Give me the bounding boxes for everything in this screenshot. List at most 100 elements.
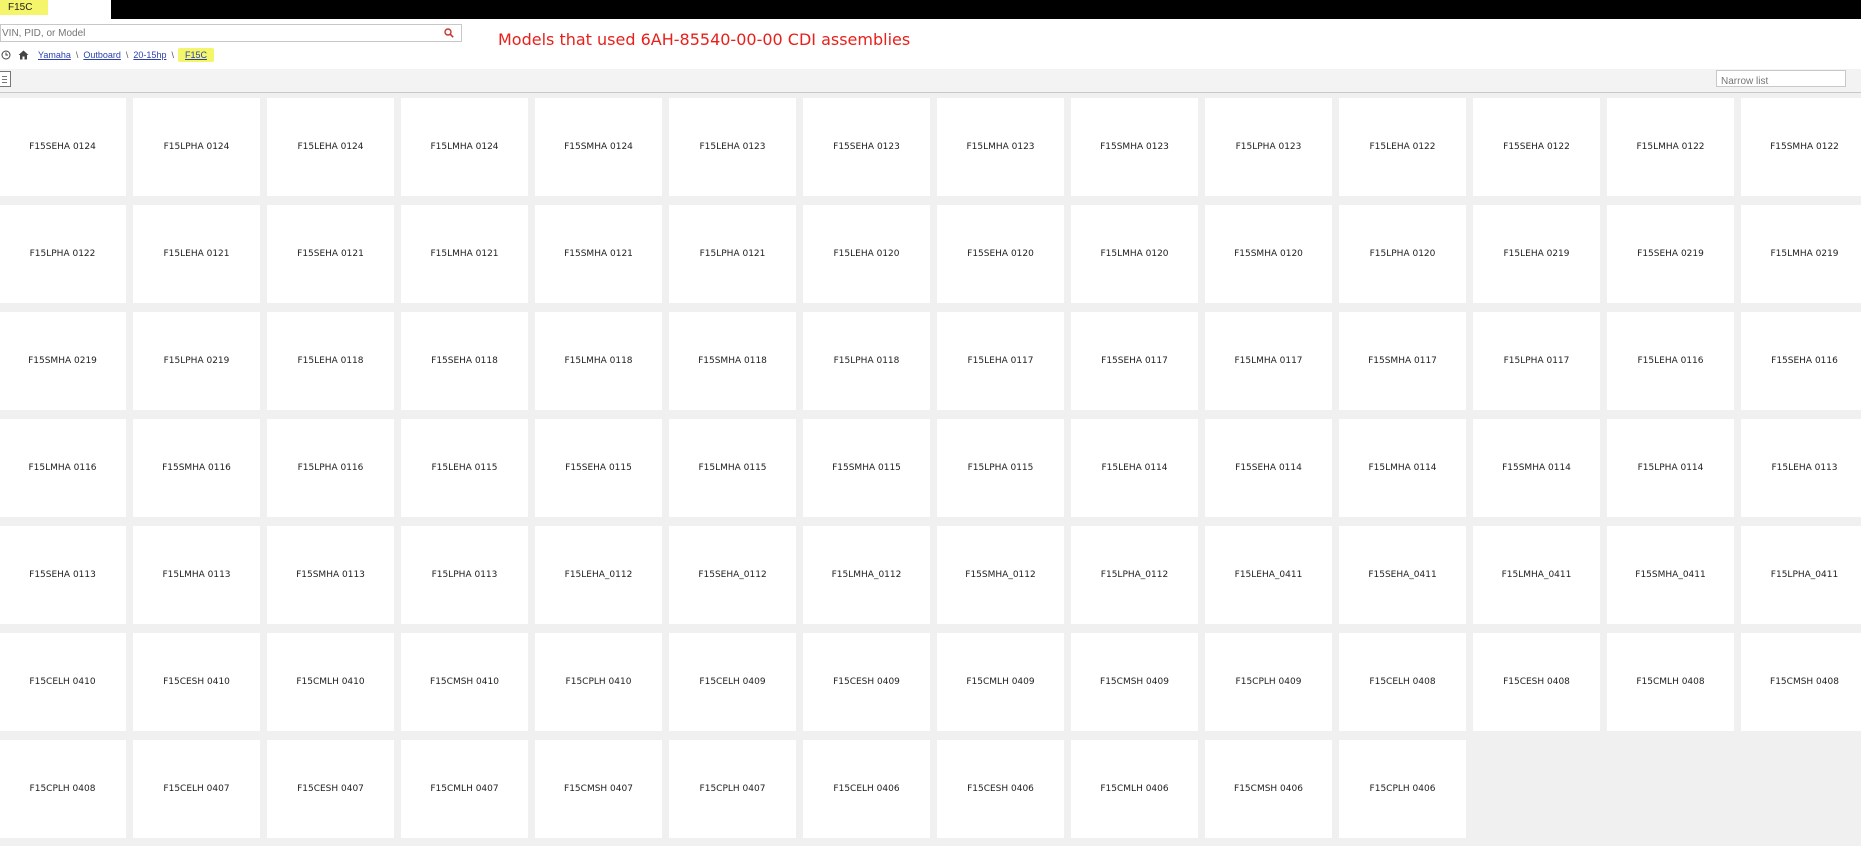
model-card[interactable]: F15LMHA 0117 (1205, 312, 1332, 410)
model-card[interactable]: F15SMHA 0121 (535, 205, 662, 303)
model-card[interactable]: F15LPHA 0113 (401, 526, 528, 624)
narrow-list-box[interactable] (1716, 70, 1846, 89)
model-card[interactable]: F15SMHA_0112 (937, 526, 1064, 624)
model-card[interactable]: F15SEHA_0112 (669, 526, 796, 624)
model-card[interactable]: F15LPHA 0219 (133, 312, 260, 410)
model-card[interactable]: F15LMHA 0113 (133, 526, 260, 624)
model-card[interactable]: F15CMSH 0406 (1205, 740, 1332, 838)
model-card[interactable]: F15CELH 0409 (669, 633, 796, 731)
model-card[interactable]: F15SEHA 0121 (267, 205, 394, 303)
model-card[interactable]: F15LEHA 0122 (1339, 98, 1466, 196)
model-card[interactable]: F15CMLH 0410 (267, 633, 394, 731)
model-card[interactable]: F15CMLH 0407 (401, 740, 528, 838)
model-card[interactable]: F15LEHA 0117 (937, 312, 1064, 410)
model-card[interactable]: F15LEHA 0120 (803, 205, 930, 303)
model-card[interactable]: F15CELH 0406 (803, 740, 930, 838)
model-card[interactable]: F15CPLH 0410 (535, 633, 662, 731)
model-card[interactable]: F15LMHA 0120 (1071, 205, 1198, 303)
model-card[interactable]: F15LMHA 0122 (1607, 98, 1734, 196)
model-card[interactable]: F15SEHA 0120 (937, 205, 1064, 303)
model-card[interactable]: F15SMHA 0124 (535, 98, 662, 196)
model-card[interactable]: F15CMSH 0410 (401, 633, 528, 731)
model-card[interactable]: F15LEHA 0219 (1473, 205, 1600, 303)
model-card[interactable]: F15LPHA 0124 (133, 98, 260, 196)
breadcrumb-link-outboard[interactable]: Outboard (83, 50, 121, 60)
home-icon[interactable] (17, 49, 29, 61)
model-card[interactable]: F15CMLH 0409 (937, 633, 1064, 731)
model-card[interactable]: F15CMSH 0408 (1741, 633, 1861, 731)
model-card[interactable]: F15LPHA 0114 (1607, 419, 1734, 517)
model-card[interactable]: F15LEHA 0115 (401, 419, 528, 517)
model-card[interactable]: F15CESH 0410 (133, 633, 260, 731)
model-card[interactable]: F15SMHA 0113 (267, 526, 394, 624)
model-card[interactable]: F15CPLH 0406 (1339, 740, 1466, 838)
model-card[interactable]: F15LEHA 0121 (133, 205, 260, 303)
model-card[interactable]: F15LMHA 0118 (535, 312, 662, 410)
model-card[interactable]: F15LMHA 0123 (937, 98, 1064, 196)
model-card[interactable]: F15CESH 0409 (803, 633, 930, 731)
model-card[interactable]: F15SEHA 0122 (1473, 98, 1600, 196)
model-card[interactable]: F15SMHA 0114 (1473, 419, 1600, 517)
model-card[interactable]: F15SEHA 0115 (535, 419, 662, 517)
model-card[interactable]: F15LMHA 0124 (401, 98, 528, 196)
model-card[interactable]: F15LMHA 0121 (401, 205, 528, 303)
model-card[interactable]: F15SMHA 0118 (669, 312, 796, 410)
model-card[interactable]: F15SMHA 0115 (803, 419, 930, 517)
model-card[interactable]: F15SEHA 0116 (1741, 312, 1861, 410)
model-card[interactable]: F15LEHA 0118 (267, 312, 394, 410)
model-card[interactable]: F15CMLH 0408 (1607, 633, 1734, 731)
model-card[interactable]: F15SMHA_0411 (1607, 526, 1734, 624)
model-card[interactable]: F15CPLH 0409 (1205, 633, 1332, 731)
model-card[interactable]: F15SEHA 0113 (0, 526, 126, 624)
model-card[interactable]: F15CPLH 0407 (669, 740, 796, 838)
model-card[interactable]: F15SMHA 0219 (0, 312, 126, 410)
model-card[interactable]: F15CMSH 0407 (535, 740, 662, 838)
model-card[interactable]: F15SEHA 0219 (1607, 205, 1734, 303)
model-card[interactable]: F15LEHA_0411 (1205, 526, 1332, 624)
model-card[interactable]: F15LMHA_0411 (1473, 526, 1600, 624)
model-card[interactable]: F15CESH 0407 (267, 740, 394, 838)
model-card[interactable]: F15LEHA 0113 (1741, 419, 1861, 517)
search-input[interactable] (2, 26, 432, 40)
model-card[interactable]: F15LPHA_0411 (1741, 526, 1861, 624)
model-card[interactable]: F15LEHA 0116 (1607, 312, 1734, 410)
model-card[interactable]: F15LPHA 0116 (267, 419, 394, 517)
model-card[interactable]: F15LEHA 0124 (267, 98, 394, 196)
model-card[interactable]: F15SMHA 0123 (1071, 98, 1198, 196)
model-card[interactable]: F15SMHA 0116 (133, 419, 260, 517)
model-card[interactable]: F15CESH 0406 (937, 740, 1064, 838)
model-card[interactable]: F15LPHA 0117 (1473, 312, 1600, 410)
list-view-icon[interactable] (0, 71, 11, 87)
model-card[interactable]: F15LEHA 0123 (669, 98, 796, 196)
model-card[interactable]: F15LPHA_0112 (1071, 526, 1198, 624)
model-card[interactable]: F15LMHA 0115 (669, 419, 796, 517)
model-card[interactable]: F15SMHA 0122 (1741, 98, 1861, 196)
model-card[interactable]: F15LMHA 0114 (1339, 419, 1466, 517)
history-icon[interactable] (0, 49, 12, 61)
model-card[interactable]: F15CELH 0408 (1339, 633, 1466, 731)
model-card[interactable]: F15SEHA 0123 (803, 98, 930, 196)
model-card[interactable]: F15CELH 0407 (133, 740, 260, 838)
tab-f15c[interactable]: F15C (0, 0, 111, 19)
model-card[interactable]: F15CMSH 0409 (1071, 633, 1198, 731)
model-card[interactable]: F15LPHA 0120 (1339, 205, 1466, 303)
model-card[interactable]: F15LMHA 0219 (1741, 205, 1861, 303)
model-card[interactable]: F15LMHA 0116 (0, 419, 126, 517)
search-box[interactable] (0, 24, 462, 42)
breadcrumb-current[interactable]: F15C (177, 48, 214, 62)
model-card[interactable]: F15SEHA_0411 (1339, 526, 1466, 624)
model-card[interactable]: F15SEHA 0124 (0, 98, 126, 196)
model-card[interactable]: F15LPHA 0115 (937, 419, 1064, 517)
model-card[interactable]: F15LPHA 0123 (1205, 98, 1332, 196)
model-card[interactable]: F15SEHA 0118 (401, 312, 528, 410)
model-card[interactable]: F15CELH 0410 (0, 633, 126, 731)
model-card[interactable]: F15CMLH 0406 (1071, 740, 1198, 838)
breadcrumb-link-yamaha[interactable]: Yamaha (38, 50, 71, 60)
search-icon[interactable] (444, 28, 454, 38)
model-card[interactable]: F15CESH 0408 (1473, 633, 1600, 731)
model-card[interactable]: F15CPLH 0408 (0, 740, 126, 838)
model-card[interactable]: F15SEHA 0117 (1071, 312, 1198, 410)
model-card[interactable]: F15SMHA 0120 (1205, 205, 1332, 303)
model-card[interactable]: F15LPHA 0118 (803, 312, 930, 410)
breadcrumb-link-hp-range[interactable]: 20-15hp (133, 50, 166, 60)
